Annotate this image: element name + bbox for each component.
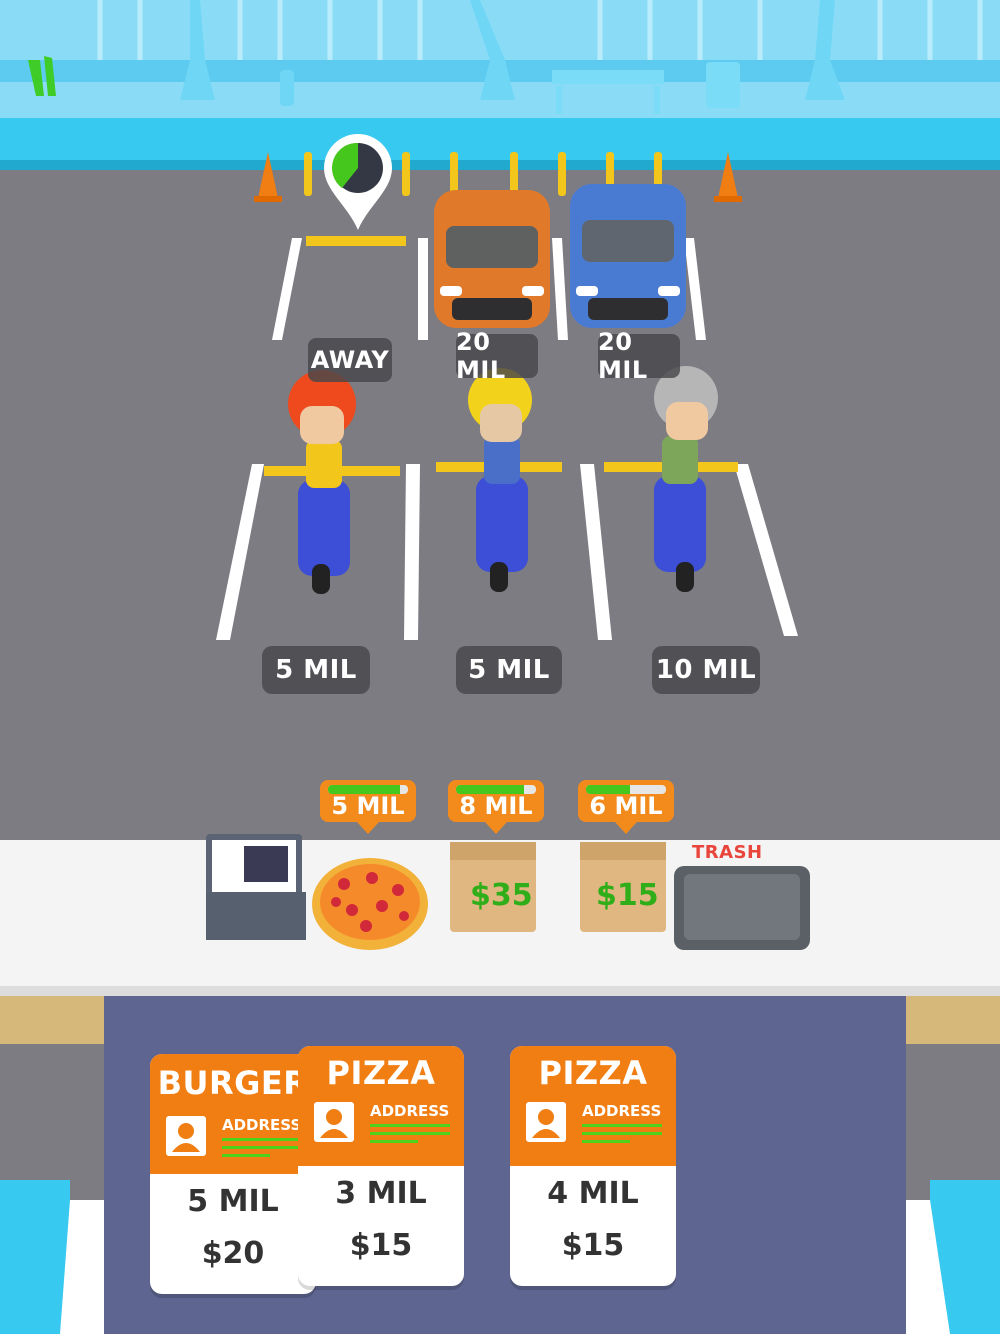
- bike-spot-label-1: 5 MIL: [262, 646, 370, 694]
- order-dish: BURGER: [157, 1064, 309, 1102]
- bike-spot-label-2: 5 MIL: [456, 646, 562, 694]
- bag-price: $35: [470, 878, 533, 913]
- counter-item-distance: 6 MIL: [589, 792, 663, 820]
- customer-avatar-icon: [166, 1116, 206, 1156]
- order-card-2[interactable]: PIZZA ADDRESS 3 MIL $15: [298, 1046, 464, 1286]
- bag-price: $15: [596, 878, 659, 913]
- counter-item-bubble-bag-1: 8 MIL: [448, 780, 544, 834]
- address-lines: [222, 1138, 302, 1162]
- progress-bar: [456, 785, 536, 794]
- customer-avatar-icon: [314, 1102, 354, 1142]
- order-distance: 4 MIL: [547, 1176, 639, 1211]
- pizza-item[interactable]: [312, 858, 430, 952]
- counter-item-bubble-bag-2: 6 MIL: [578, 780, 674, 834]
- counter-item-bubble-pizza: 5 MIL: [320, 780, 416, 834]
- order-dish: PIZZA: [538, 1054, 648, 1092]
- cash-register[interactable]: [206, 834, 306, 940]
- order-address-label: ADDRESS: [222, 1116, 302, 1134]
- bag-item-1[interactable]: $35: [450, 842, 536, 932]
- order-price: $20: [201, 1236, 265, 1271]
- progress-bar: [328, 785, 408, 794]
- trash-label: TRASH: [692, 842, 763, 863]
- order-card-1[interactable]: BURGER ADDRESS 5 MIL $20: [150, 1054, 316, 1294]
- order-price: $15: [349, 1228, 413, 1263]
- bag-item-2[interactable]: $15: [580, 842, 666, 932]
- trash-bin[interactable]: [674, 866, 810, 950]
- order-distance: 5 MIL: [187, 1184, 279, 1219]
- order-price: $15: [561, 1228, 625, 1263]
- bike-spot-label-3: 10 MIL: [652, 646, 760, 694]
- order-dish: PIZZA: [326, 1054, 436, 1092]
- progress-bar: [586, 785, 666, 794]
- address-lines: [370, 1124, 450, 1148]
- counter-item-distance: 5 MIL: [331, 792, 405, 820]
- order-card-3[interactable]: PIZZA ADDRESS 4 MIL $15: [510, 1046, 676, 1286]
- order-address-label: ADDRESS: [370, 1102, 450, 1120]
- counter-item-distance: 8 MIL: [459, 792, 533, 820]
- order-address-label: ADDRESS: [582, 1102, 662, 1120]
- address-lines: [582, 1124, 662, 1148]
- spot-label-car-orange: 20 MIL: [456, 328, 538, 384]
- spot-label-away: AWAY: [308, 338, 392, 382]
- customer-avatar-icon: [526, 1102, 566, 1142]
- order-distance: 3 MIL: [335, 1176, 427, 1211]
- spot-label-car-blue: 20 MIL: [598, 328, 680, 384]
